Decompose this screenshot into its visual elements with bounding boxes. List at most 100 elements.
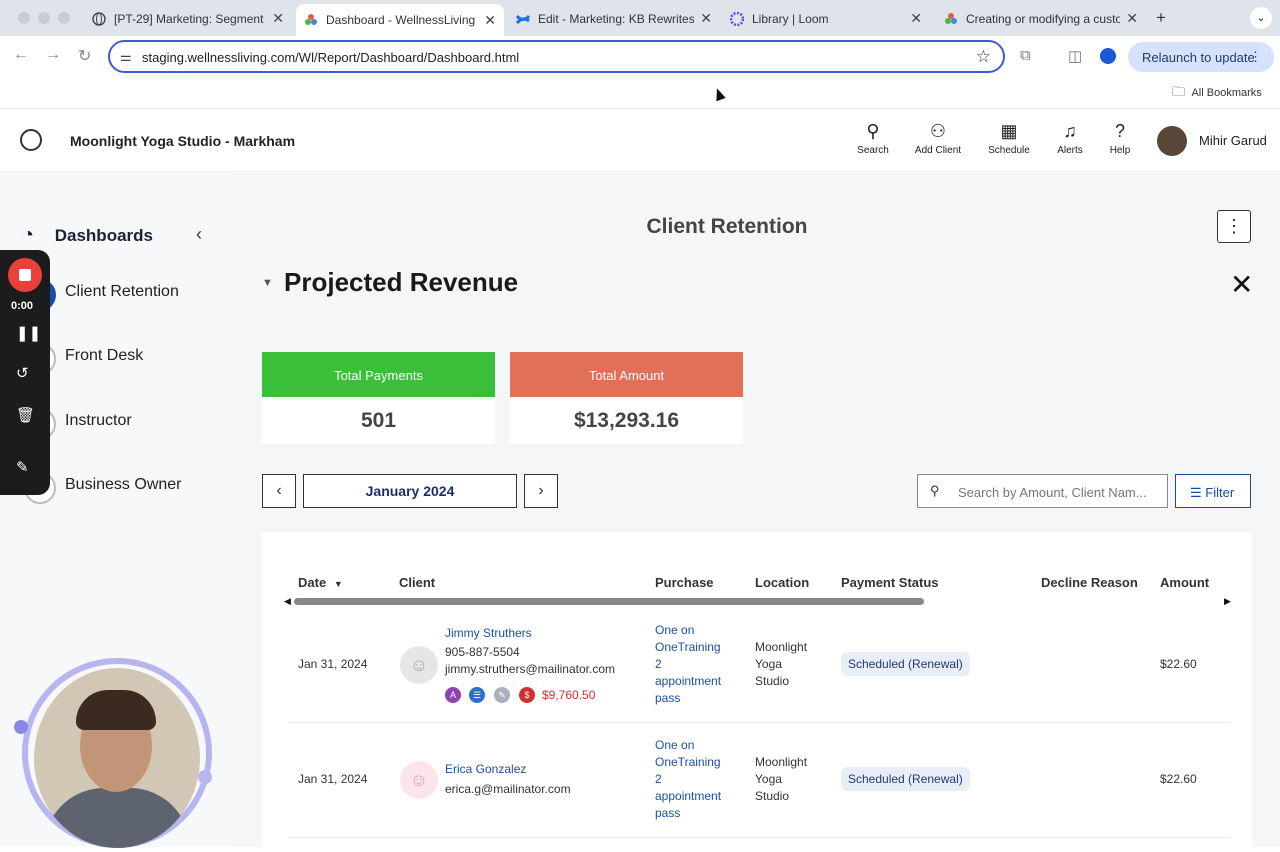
status-badge: Scheduled (Renewal) [841,767,970,791]
browser-tab[interactable]: [PT-29] Marketing: Segment ✕ [84,5,292,32]
previous-month-button[interactable]: ‹ [262,474,296,508]
close-icon[interactable]: ✕ [1126,10,1138,27]
collapse-sidebar-icon[interactable]: ‹ [196,224,202,245]
dashboard-gauge-icon: ◔ [22,224,35,246]
back-icon[interactable]: ← [13,46,29,64]
edit-badge-icon[interactable]: ✎ [494,687,510,703]
column-header-payment-status[interactable]: Payment Status [841,575,939,590]
column-header-date[interactable]: Date ▼ [298,575,343,590]
browser-tab-active[interactable]: Dashboard - WellnessLiving S ✕ [296,4,504,36]
camera-resize-handle[interactable] [14,720,28,734]
purchase-link[interactable]: One on OneTraining 2 appointment pass [655,622,721,707]
tab-title: Creating or modifying a custo [966,11,1121,26]
client-name-link[interactable]: Jimmy Struthers [445,625,532,642]
filter-button[interactable]: ☰ Filter [1175,474,1251,508]
search-input[interactable]: ⚲ Search by Amount, Client Nam... [917,474,1168,508]
header-search-button[interactable]: ⚲ Search [843,121,903,156]
studio-logo-icon[interactable] [20,129,42,151]
window-close-control[interactable] [18,12,30,24]
tab-search-icon[interactable]: ⌄ [1250,7,1272,29]
bookmark-star-icon[interactable]: ☆ [976,47,991,67]
close-icon[interactable]: ✕ [272,10,284,27]
app-header: Moonlight Yoga Studio - Markham ⚲ Search… [0,108,1280,172]
filter-sliders-icon: ☰ [1190,485,1202,500]
relaunch-button[interactable]: Relaunch to update ⋮ [1128,42,1274,72]
close-icon[interactable]: ✕ [484,12,496,29]
row-amount: $22.60 [1160,657,1197,671]
client-email: erica.g@mailinator.com [445,782,571,796]
profile-icon[interactable] [1100,48,1116,64]
sidebar-title-label: Dashboards [54,226,153,245]
forward-icon[interactable]: → [45,46,61,64]
recorder-toolbar: 0:00 ❚❚ ↺ 🗑 ✎ [0,250,50,495]
tab-title: [PT-29] Marketing: Segment [114,11,264,26]
search-placeholder: Search by Amount, Client Nam... [958,485,1147,500]
camera-resize-handle[interactable] [198,770,212,784]
pen-icon[interactable]: ✎ [16,458,29,476]
column-header-amount[interactable]: Amount [1160,575,1209,590]
close-icon[interactable]: ✕ [910,10,922,27]
close-icon[interactable]: ✕ [700,10,712,27]
member-a-badge-icon[interactable]: A [445,687,461,703]
horizontal-scrollbar[interactable] [294,598,924,605]
column-header-location[interactable]: Location [755,575,809,590]
browser-tab-bar: [PT-29] Marketing: Segment ✕ Dashboard -… [0,0,1280,36]
client-name-link[interactable]: Erica Gonzalez [445,761,526,778]
tab-title: Library | Loom [752,11,829,26]
folder-icon: 🗀 [1172,84,1186,99]
row-divider [288,837,1230,838]
pause-icon[interactable]: ❚❚ [16,324,41,342]
window-minimize-control[interactable] [38,12,50,24]
client-avatar-icon: ☺ [400,646,438,684]
window-zoom-control[interactable] [58,12,70,24]
search-icon: ⚲ [930,483,940,498]
site-settings-icon[interactable]: ⚌ [120,49,132,65]
sidebar-item-label: Business Owner [65,476,182,493]
url-bar[interactable]: ⚌ staging.wellnessliving.com/Wl/Report/D… [108,40,1005,73]
column-header-decline-reason[interactable]: Decline Reason [1041,575,1138,590]
header-action-label: Help [1109,145,1131,156]
header-action-label: Add Client [914,145,962,156]
recording-time: 0:00 [11,300,34,312]
header-help-button[interactable]: ? Help [1090,121,1150,156]
calendar-icon: ▦ [1000,121,1018,141]
camera-bubble[interactable] [14,658,214,848]
browser-tab[interactable]: Creating or modifying a custo ✕ [936,5,1146,32]
client-balance: $9,760.50 [542,688,596,702]
trash-icon[interactable]: 🗑 [16,406,35,424]
browser-tab[interactable]: Edit - Marketing: KB Rewrites ✕ [508,5,720,32]
wellnessliving-icon [304,13,318,27]
collapse-caret-icon[interactable]: ▼ [262,277,273,289]
header-add-client-button[interactable]: ⚇ Add Client [908,121,968,156]
card-label: Total Amount [510,352,743,397]
stop-recording-button[interactable] [8,258,42,292]
more-options-button[interactable]: ⋮ [1217,210,1251,243]
purchase-link[interactable]: One on OneTraining 2 appointment pass [655,737,721,822]
column-header-purchase[interactable]: Purchase [655,575,714,590]
row-divider [288,722,1230,723]
all-bookmarks[interactable]: 🗀 All Bookmarks [1172,83,1262,105]
extensions-icon[interactable]: ⧉ [1020,47,1031,64]
sidebar-item-label: Front Desk [65,347,144,364]
close-icon[interactable]: ✕ [1230,268,1253,301]
month-selector[interactable]: January 2024 [303,474,517,508]
user-avatar[interactable] [1157,126,1187,156]
side-panel-icon[interactable]: ◫ [1068,47,1082,65]
relaunch-label: Relaunch to update [1142,50,1255,65]
reload-icon[interactable]: ↻ [78,46,91,66]
notes-badge-icon[interactable]: ☰ [469,687,485,703]
browser-tab[interactable]: Library | Loom ✕ [722,5,930,32]
restart-icon[interactable]: ↺ [16,364,29,382]
client-avatar-icon: ☺ [400,761,438,799]
scroll-right-icon[interactable]: ▶ [1224,596,1231,607]
new-tab-button[interactable]: + [1156,8,1166,28]
scroll-left-icon[interactable]: ◀ [284,596,291,607]
loom-icon [729,11,745,26]
column-header-client[interactable]: Client [399,575,435,590]
header-schedule-button[interactable]: ▦ Schedule [979,121,1039,156]
user-name[interactable]: Mihir Garud [1199,133,1267,148]
url-text: staging.wellnessliving.com/Wl/Report/Das… [142,50,520,65]
balance-badge-icon[interactable]: $ [519,687,535,703]
next-month-button[interactable]: › [524,474,558,508]
column-header-label: Date [298,575,327,590]
